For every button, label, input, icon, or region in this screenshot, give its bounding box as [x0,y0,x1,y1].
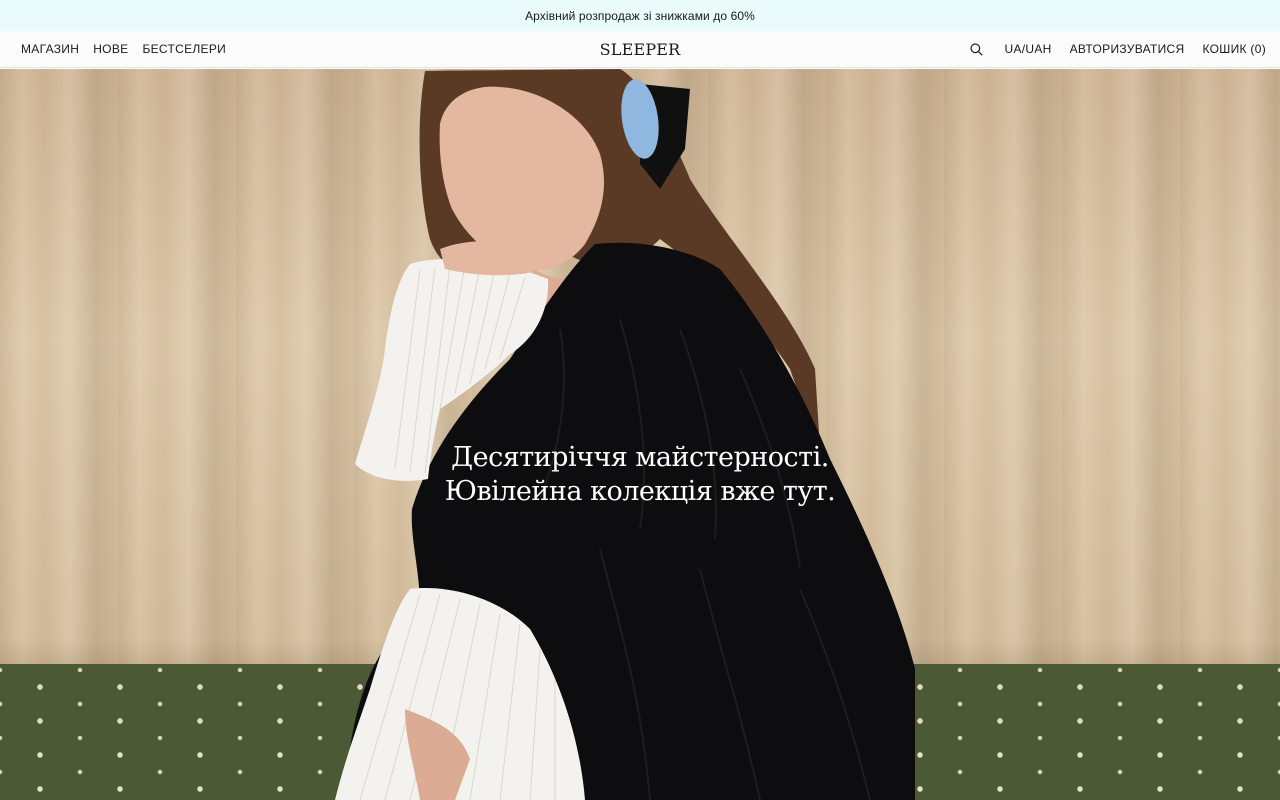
nav-shop[interactable]: МАГАЗИН [21,42,79,56]
nav-bestsellers[interactable]: БЕСТСЕЛЕРИ [142,42,226,56]
search-icon[interactable] [970,41,986,57]
promo-bar[interactable]: Архівний розпродаж зі знижками до 60% [0,0,1280,31]
main-nav: МАГАЗИН НОВЕ БЕСТСЕЛЕРИ [21,42,226,56]
promo-text[interactable]: Архівний розпродаж зі знижками до 60% [525,9,755,23]
search-icon-glyph [970,42,984,56]
locale-switcher[interactable]: UA/UAH [1004,42,1051,56]
cart-link[interactable]: КОШИК (0) [1202,42,1266,56]
hero-model-image [335,69,915,800]
login-link[interactable]: АВТОРИЗУВАТИСЯ [1070,42,1185,56]
nav-new[interactable]: НОВЕ [93,42,128,56]
site-header: МАГАЗИН НОВЕ БЕСТСЕЛЕРИ SLEEPER UA/UAH А… [0,31,1280,68]
hero-banner[interactable]: Десятиріччя майстерності. Ювілейна колек… [0,69,1280,800]
brand-logo[interactable]: SLEEPER [600,40,681,59]
utility-nav: UA/UAH АВТОРИЗУВАТИСЯ КОШИК (0) [970,41,1266,57]
